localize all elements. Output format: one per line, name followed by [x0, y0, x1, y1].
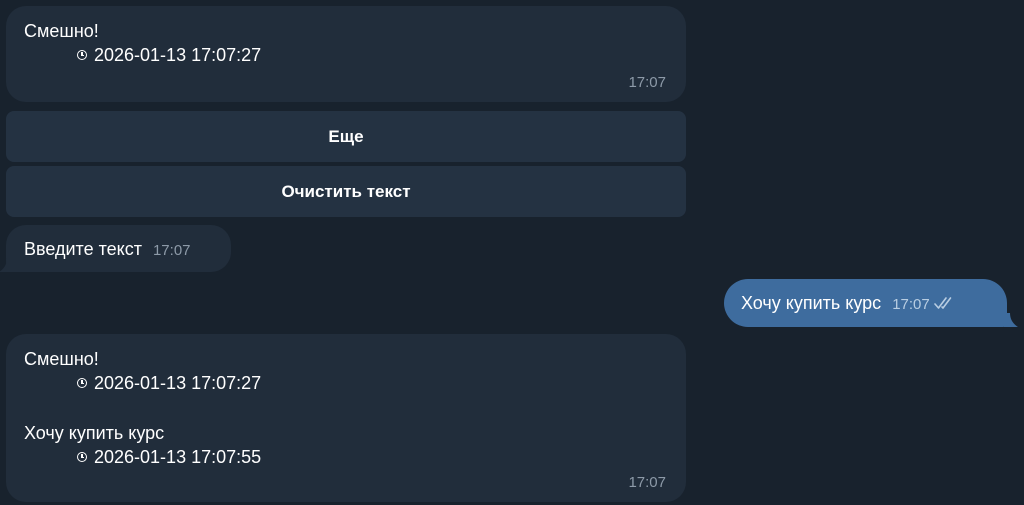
message-text: Хочу купить курс [741, 293, 882, 313]
message-timestamp-line: 2026-01-13 17:07:27 [24, 371, 686, 395]
bubble-tail [0, 258, 13, 272]
message-time: 17:07 [628, 474, 666, 491]
timestamp-value: 2026-01-13 17:07:27 [94, 373, 262, 393]
message-text: Введите текст [24, 238, 142, 259]
message-time: 17:07 [152, 241, 191, 259]
incoming-message: Смешно! 2026-01-13 17:07:27 17:07 [6, 6, 686, 102]
bubble-tail [1004, 313, 1018, 327]
timestamp-value: 2026-01-13 17:07:55 [94, 447, 262, 467]
message-timestamp-line: 2026-01-13 17:07:27 [24, 43, 686, 67]
clear-text-button[interactable]: Очистить текст [6, 166, 686, 217]
message-text: Смешно! [24, 349, 99, 369]
clock-icon [77, 50, 87, 60]
outgoing-message: Хочу купить курс 17:07 [724, 279, 1007, 327]
incoming-message: Смешно! 2026-01-13 17:07:27 Хочу купить … [6, 334, 686, 502]
double-check-icon [933, 297, 952, 309]
timestamp-value: 2026-01-13 17:07:27 [94, 45, 262, 65]
message-text: Смешно! [24, 21, 99, 41]
message-time: 17:07 [892, 296, 930, 313]
message-timestamp-line: 2026-01-13 17:07:55 [24, 445, 686, 469]
chat-area: Смешно! 2026-01-13 17:07:27 17:07 Еще Оч… [0, 0, 1024, 505]
incoming-message: Введите текст 17:07 [6, 225, 231, 272]
clock-icon [77, 452, 87, 462]
message-time: 17:07 [628, 74, 666, 91]
message-text: Хочу купить курс [24, 423, 165, 443]
clock-icon [77, 378, 87, 388]
more-button[interactable]: Еще [6, 111, 686, 162]
